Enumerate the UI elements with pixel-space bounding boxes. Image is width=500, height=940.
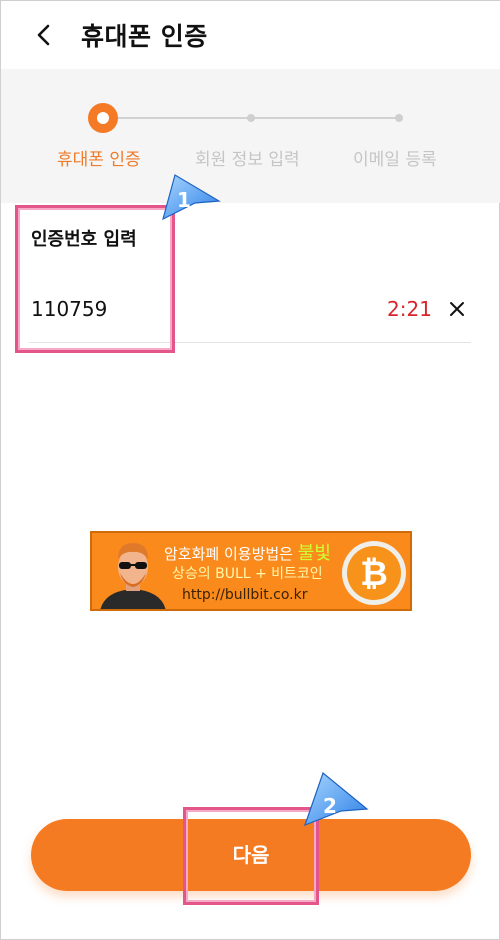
step-indicator-phone (88, 103, 118, 133)
ad-url: http://bullbit.co.kr (182, 587, 308, 603)
page-title: 휴대폰 인증 (81, 22, 208, 51)
callout-number-1: 1 (177, 188, 191, 212)
ad-headline-brand: 불빛 (297, 543, 331, 564)
highlight-box-code-field (15, 205, 175, 353)
ad-headline: 암호화폐 이용방법은 불빛 (164, 539, 331, 565)
app-header: 휴대폰 인증 (1, 1, 500, 69)
step-label-phone: 휴대폰 인증 (57, 150, 141, 170)
bitcoin-icon: ₿ (342, 541, 406, 605)
step-label-member-info: 회원 정보 입력 (195, 150, 300, 170)
step-indicator-email (395, 114, 403, 122)
ad-headline-prefix: 암호화폐 이용방법은 (164, 545, 293, 563)
countdown-timer: 2:21 (387, 297, 432, 321)
callout-marker-2: 2 (303, 771, 369, 827)
signup-stepper: 휴대폰 인증 회원 정보 입력 이메일 등록 (1, 69, 500, 203)
highlight-box-next-button (183, 807, 319, 905)
step-connector (115, 117, 251, 119)
callout-marker-1: 1 (161, 171, 221, 221)
bitcoin-symbol: ₿ (360, 554, 388, 594)
callout-number-2: 2 (323, 794, 337, 818)
clear-input-button[interactable] (445, 297, 469, 321)
step-indicator-member-info (247, 114, 255, 122)
close-icon (450, 302, 464, 316)
chevron-left-icon (37, 24, 50, 46)
ad-banner[interactable]: 암호화폐 이용방법은 불빛 상승의 BULL + 비트코인 http://bul… (90, 531, 412, 611)
sunglasses-man-icon (100, 543, 166, 609)
step-connector (251, 117, 399, 119)
ad-tagline: 상승의 BULL + 비트코인 (172, 566, 323, 582)
back-button[interactable] (33, 21, 57, 49)
step-label-email: 이메일 등록 (353, 150, 437, 170)
